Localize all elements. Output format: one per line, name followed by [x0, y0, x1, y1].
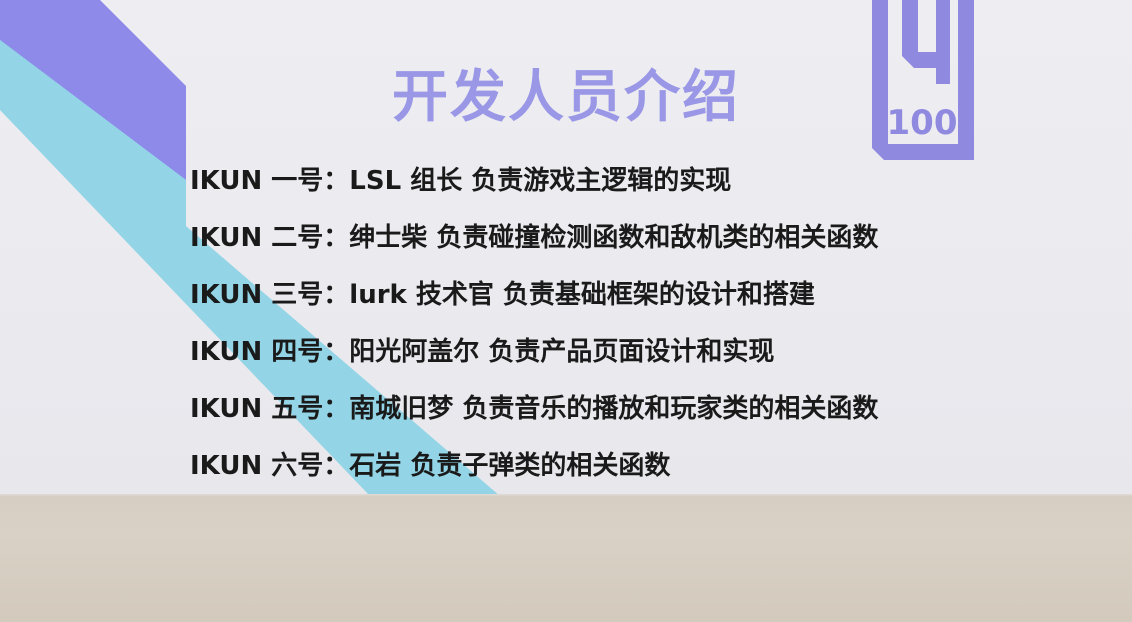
- page-title-text: 开发人员介绍: [392, 65, 740, 130]
- member-desc: 绅士柴 负责碰撞检测函数和敌机类的相关函数: [349, 223, 879, 253]
- member-desc: 南城旧梦 负责音乐的播放和玩家类的相关函数: [349, 394, 879, 424]
- member-tag: IKUN 六号：: [190, 451, 350, 481]
- page-title: 开发人员介绍: [0, 66, 1132, 130]
- member-tag: IKUN 五号：: [190, 394, 350, 424]
- member-desc: 阳光阿盖尔 负责产品页面设计和实现: [349, 337, 775, 367]
- list-item: IKUN 三号：lurk 技术官 负责基础框架的设计和搭建: [190, 275, 1090, 332]
- member-desc: lurk 技术官 负责基础框架的设计和搭建: [349, 280, 815, 310]
- member-desc: 石岩 负责子弹类的相关函数: [349, 451, 671, 481]
- floor: [0, 496, 1132, 622]
- member-list: IKUN 一号：LSL 组长 负责游戏主逻辑的实现 IKUN 二号：绅士柴 负责…: [190, 161, 1090, 503]
- list-item: IKUN 二号：绅士柴 负责碰撞检测函数和敌机类的相关函数: [190, 218, 1090, 275]
- member-desc: LSL 组长 负责游戏主逻辑的实现: [349, 166, 732, 196]
- member-tag: IKUN 一号：: [190, 166, 350, 196]
- member-tag: IKUN 三号：: [190, 280, 350, 310]
- list-item: IKUN 四号：阳光阿盖尔 负责产品页面设计和实现: [190, 332, 1090, 389]
- list-item: IKUN 一号：LSL 组长 负责游戏主逻辑的实现: [190, 161, 1090, 218]
- member-tag: IKUN 四号：: [190, 337, 350, 367]
- list-item: IKUN 六号：石岩 负责子弹类的相关函数: [190, 446, 1090, 503]
- member-tag: IKUN 二号：: [190, 223, 350, 253]
- list-item: IKUN 五号：南城旧梦 负责音乐的播放和玩家类的相关函数: [190, 389, 1090, 446]
- slide-stage: 100 开发人员介绍 IKUN 一号：LSL 组长 负责游戏主逻辑的实现 IKU…: [0, 0, 1132, 622]
